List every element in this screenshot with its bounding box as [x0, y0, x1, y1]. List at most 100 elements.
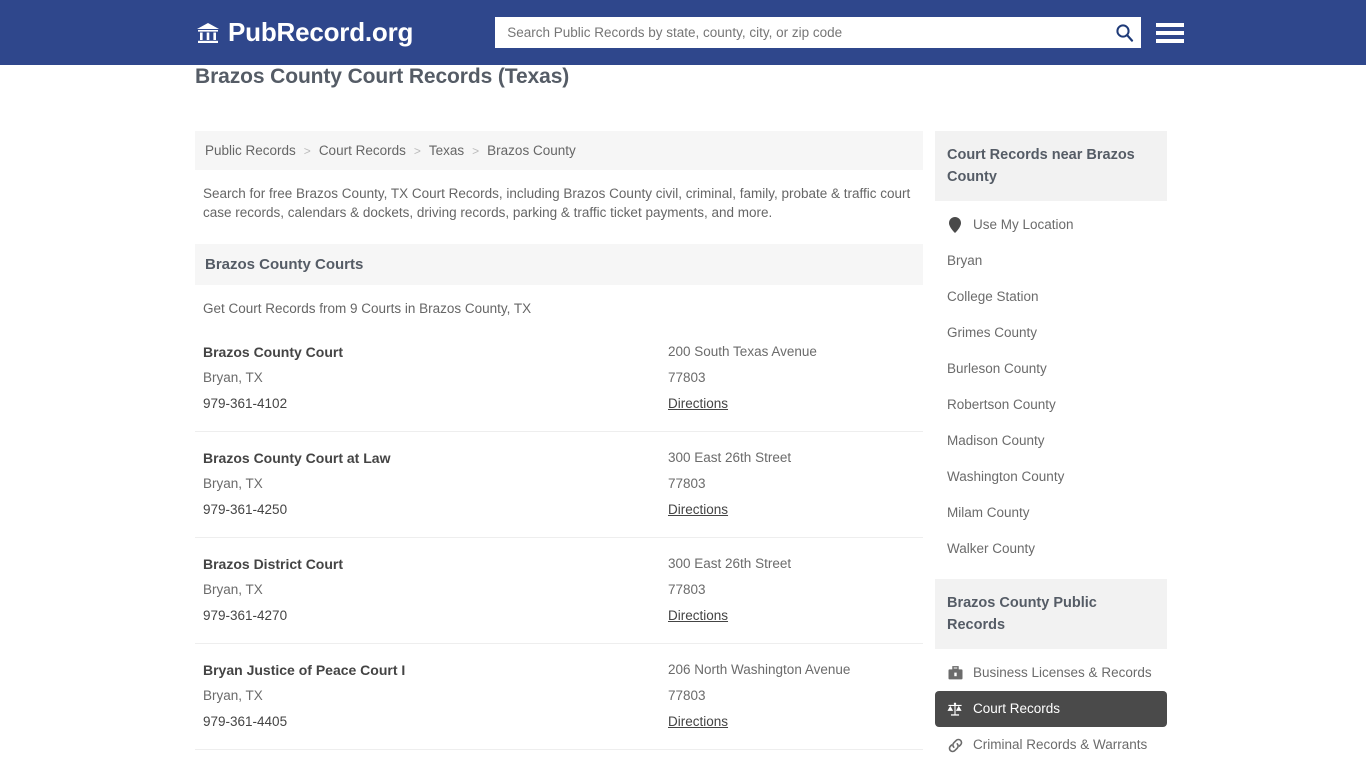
- page-intro-text: Search for free Brazos County, TX Court …: [203, 186, 911, 220]
- courts-section-heading: Brazos County Courts: [195, 244, 923, 285]
- court-zip: 77803: [668, 370, 706, 385]
- sidebar-item-criminal-records[interactable]: Criminal Records & Warrants: [935, 727, 1167, 763]
- court-details-left: Brazos County Court at Law Bryan, TX 979…: [203, 445, 668, 523]
- sidebar-public-records-heading: Brazos County Public Records: [935, 579, 1167, 649]
- court-city-state: Bryan, TX: [203, 688, 263, 703]
- sidebar-item-label: Milam County: [947, 505, 1030, 520]
- sidebar-item-grimes-county[interactable]: Grimes County: [935, 315, 1167, 351]
- breadcrumb-item-brazos-county[interactable]: Brazos County: [487, 143, 576, 158]
- location-pin-icon: [947, 217, 963, 233]
- court-details-left: Brazos County Court Bryan, TX 979-361-41…: [203, 339, 668, 417]
- breadcrumb-separator: >: [413, 143, 421, 158]
- table-row: Bryan Justice of Peace Court II Bryan, T…: [195, 749, 923, 768]
- court-phone: 979-361-4405: [203, 714, 288, 729]
- sidebar-item-label: Business Licenses & Records: [973, 665, 1152, 680]
- court-details-left: Brazos District Court Bryan, TX 979-361-…: [203, 551, 668, 629]
- sidebar-nearby-heading: Court Records near Brazos County: [935, 131, 1167, 201]
- sidebar-item-college-station[interactable]: College Station: [935, 279, 1167, 315]
- site-logo-text: PubRecord.org: [228, 17, 414, 47]
- sidebar-item-robertson-county[interactable]: Robertson County: [935, 387, 1167, 423]
- court-name-link[interactable]: Bryan Justice of Peace Court I: [203, 657, 668, 683]
- search-box[interactable]: [495, 17, 1142, 48]
- sidebar-item-label: Robertson County: [947, 397, 1056, 412]
- court-details-right: 200 South Texas Avenue 77803 Directions: [668, 339, 915, 417]
- page-body: Brazos County Court Records (Texas) Publ…: [0, 65, 1366, 768]
- sidebar-item-label: Grimes County: [947, 325, 1038, 340]
- bank-building-icon: [195, 20, 221, 46]
- breadcrumb: Public Records > Court Records > Texas >…: [195, 131, 923, 170]
- court-address: 206 North Washington Avenue: [668, 662, 851, 677]
- directions-link[interactable]: Directions: [668, 709, 728, 735]
- court-details-left: Bryan Justice of Peace Court I Bryan, TX…: [203, 657, 668, 735]
- court-phone: 979-361-4102: [203, 396, 288, 411]
- sidebar-item-milam-county[interactable]: Milam County: [935, 495, 1167, 531]
- breadcrumb-item-court-records[interactable]: Court Records: [319, 143, 406, 158]
- sidebar-item-label: Burleson County: [947, 361, 1047, 376]
- sidebar-public-records-list: Business Licenses & Records Court Record…: [935, 649, 1167, 768]
- site-logo[interactable]: PubRecord.org: [195, 17, 413, 48]
- court-details-right: 200 South Texas Avenue 77803 Directions: [668, 763, 915, 768]
- court-details-right: 206 North Washington Avenue 77803 Direct…: [668, 657, 915, 735]
- court-details-right: 300 East 26th Street 77803 Directions: [668, 551, 915, 629]
- site-header: PubRecord.org: [0, 0, 1366, 65]
- sidebar-item-business-licenses[interactable]: Business Licenses & Records: [935, 655, 1167, 691]
- sidebar-item-use-my-location[interactable]: Use My Location: [935, 207, 1167, 243]
- chain-link-icon: [947, 737, 963, 753]
- directions-link[interactable]: Directions: [668, 391, 728, 417]
- court-phone: 979-361-4250: [203, 502, 288, 517]
- table-row: Brazos District Court Bryan, TX 979-361-…: [195, 537, 923, 643]
- scales-of-justice-icon: [947, 701, 963, 717]
- main-column: Public Records > Court Records > Texas >…: [195, 131, 923, 768]
- sidebar-item-label: Washington County: [947, 469, 1065, 484]
- table-row: Brazos County Court Bryan, TX 979-361-41…: [195, 326, 923, 431]
- court-details-right: 300 East 26th Street 77803 Directions: [668, 445, 915, 523]
- sidebar-item-label: Walker County: [947, 541, 1036, 556]
- search-icon[interactable]: [1113, 22, 1135, 44]
- court-phone: 979-361-4270: [203, 608, 288, 623]
- court-zip: 77803: [668, 476, 706, 491]
- court-name-link[interactable]: Brazos District Court: [203, 551, 668, 577]
- directions-link[interactable]: Directions: [668, 497, 728, 523]
- court-city-state: Bryan, TX: [203, 370, 263, 385]
- breadcrumb-item-public-records[interactable]: Public Records: [205, 143, 296, 158]
- sidebar-item-bryan[interactable]: Bryan: [935, 243, 1167, 279]
- court-details-left: Bryan Justice of Peace Court II Bryan, T…: [203, 763, 668, 768]
- sidebar-item-court-records[interactable]: Court Records: [935, 691, 1167, 727]
- sidebar-item-label: Use My Location: [973, 217, 1074, 232]
- sidebar-item-label: College Station: [947, 289, 1039, 304]
- sidebar-item-label: Criminal Records & Warrants: [973, 737, 1148, 752]
- courts-section-subheading: Get Court Records from 9 Courts in Brazo…: [203, 301, 532, 316]
- sidebar-item-washington-county[interactable]: Washington County: [935, 459, 1167, 495]
- court-address: 200 South Texas Avenue: [668, 763, 915, 768]
- sidebar-item-madison-county[interactable]: Madison County: [935, 423, 1167, 459]
- sidebar-item-inmate-jail-records[interactable]: Inmate & Jail Records: [935, 763, 1167, 768]
- sidebar-item-label: Madison County: [947, 433, 1045, 448]
- page-title: Brazos County Court Records (Texas): [195, 65, 570, 88]
- hamburger-menu-icon[interactable]: [1156, 22, 1185, 43]
- search-area: [495, 17, 1185, 48]
- table-row: Bryan Justice of Peace Court I Bryan, TX…: [195, 643, 923, 749]
- court-address: 300 East 26th Street: [668, 556, 792, 571]
- court-address: 300 East 26th Street: [668, 450, 792, 465]
- content-wrapper: Public Records > Court Records > Texas >…: [195, 109, 1171, 768]
- court-name-link[interactable]: Brazos County Court: [203, 339, 668, 365]
- table-row: Brazos County Court at Law Bryan, TX 979…: [195, 431, 923, 537]
- sidebar-item-label: Court Records: [973, 701, 1061, 716]
- breadcrumb-separator: >: [303, 143, 311, 158]
- court-city-state: Bryan, TX: [203, 582, 263, 597]
- court-zip: 77803: [668, 688, 706, 703]
- sidebar-nearby-list: Use My Location Bryan College Station Gr…: [935, 201, 1167, 567]
- sidebar-item-walker-county[interactable]: Walker County: [935, 531, 1167, 567]
- sidebar-item-burleson-county[interactable]: Burleson County: [935, 351, 1167, 387]
- court-zip: 77803: [668, 582, 706, 597]
- court-name-link[interactable]: Bryan Justice of Peace Court II: [203, 763, 668, 768]
- search-input[interactable]: [505, 17, 1114, 48]
- briefcase-icon: [947, 665, 963, 681]
- court-address: 200 South Texas Avenue: [668, 344, 817, 359]
- breadcrumb-item-texas[interactable]: Texas: [429, 143, 464, 158]
- court-name-link[interactable]: Brazos County Court at Law: [203, 445, 668, 471]
- sidebar-item-label: Bryan: [947, 253, 983, 268]
- directions-link[interactable]: Directions: [668, 603, 728, 629]
- breadcrumb-separator: >: [472, 143, 480, 158]
- sidebar: Court Records near Brazos County Use My …: [935, 131, 1167, 768]
